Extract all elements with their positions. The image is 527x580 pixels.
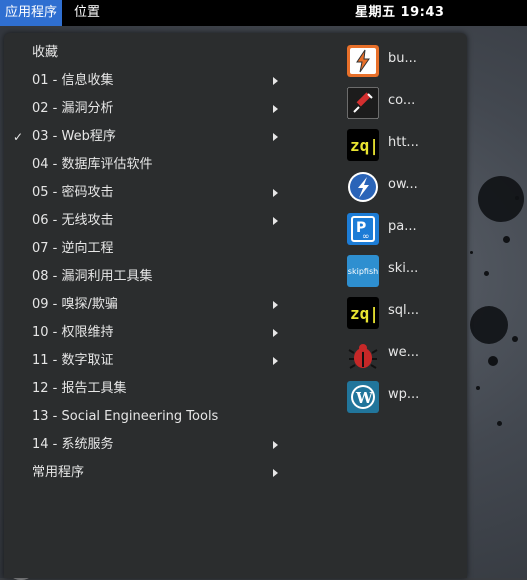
app-label: bu... — [388, 51, 417, 66]
app-launcher-item[interactable]: P ∞ pa... — [347, 211, 462, 253]
category-label: 08 - 漏洞利用工具集 — [32, 269, 153, 284]
category-item[interactable]: 08 - 漏洞利用工具集 — [4, 263, 294, 291]
category-item[interactable]: 收藏 — [4, 39, 294, 67]
category-label: 05 - 密码攻击 — [32, 185, 114, 200]
app-label: pa... — [388, 219, 417, 234]
category-item[interactable]: 10 - 权限维持 — [4, 319, 294, 347]
owasp-zap-icon — [347, 171, 379, 203]
app-launcher-item[interactable]: Wwp... — [347, 379, 462, 421]
category-label: 10 - 权限维持 — [32, 325, 114, 340]
app-launcher-item[interactable]: zq| htt... — [347, 127, 462, 169]
category-label: 09 - 嗅探/欺骗 — [32, 297, 118, 312]
httrack-icon: zq| — [347, 129, 379, 161]
category-label: 06 - 无线攻击 — [32, 213, 114, 228]
app-launcher-item[interactable]: we... — [347, 337, 462, 379]
category-label: 01 - 信息收集 — [32, 73, 114, 88]
app-launcher-item[interactable]: ow... — [347, 169, 462, 211]
svg-text:zq|: zq| — [350, 304, 379, 324]
category-label: 常用程序 — [32, 465, 85, 480]
category-item[interactable]: 06 - 无线攻击 — [4, 207, 294, 235]
clock[interactable]: 星期五 19:43 — [355, 0, 444, 26]
submenu-arrow-icon — [273, 133, 278, 141]
category-item[interactable]: 常用程序 — [4, 459, 294, 487]
wpscan-icon: W — [347, 381, 379, 413]
app-launcher-item[interactable]: bu... — [347, 43, 462, 85]
category-label: 11 - 数字取证 — [32, 353, 114, 368]
app-label: sql... — [388, 303, 420, 318]
app-list: bu... co... zq| htt... ow... P ∞ pa... skipfish s… — [347, 43, 462, 421]
category-item[interactable]: 01 - 信息收集 — [4, 67, 294, 95]
app-label: ow... — [388, 177, 418, 192]
category-label: 02 - 漏洞分析 — [32, 101, 114, 116]
submenu-arrow-icon — [273, 189, 278, 197]
submenu-arrow-icon — [273, 329, 278, 337]
commix-icon — [347, 87, 379, 119]
category-item[interactable]: 14 - 系统服务 — [4, 431, 294, 459]
app-label: co... — [388, 93, 416, 108]
category-item[interactable]: 04 - 数据库评估软件 — [4, 151, 294, 179]
sqlmap-icon: zq| — [347, 297, 379, 329]
submenu-arrow-icon — [273, 217, 278, 225]
applications-menu: 收藏 01 - 信息收集 02 - 漏洞分析 ✓ 03 - Web程序 04 - 数据库评… — [4, 33, 467, 578]
top-panel: 应用程序 位置 星期五 19:43 — [0, 0, 527, 26]
submenu-arrow-icon — [273, 441, 278, 449]
category-label: 03 - Web程序 — [32, 129, 116, 144]
submenu-arrow-icon — [273, 469, 278, 477]
submenu-arrow-icon — [273, 105, 278, 113]
places-menu-button[interactable]: 位置 — [69, 0, 105, 26]
category-item[interactable]: ✓ 03 - Web程序 — [4, 123, 294, 151]
app-label: wp... — [388, 387, 420, 402]
submenu-arrow-icon — [273, 301, 278, 309]
app-launcher-item[interactable]: skipfish ski... — [347, 253, 462, 295]
category-item[interactable]: 07 - 逆向工程 — [4, 235, 294, 263]
webscarab-icon — [347, 339, 379, 371]
app-launcher-item[interactable]: zq| sql... — [347, 295, 462, 337]
app-launcher-item[interactable]: co... — [347, 85, 462, 127]
category-label: 04 - 数据库评估软件 — [32, 157, 153, 172]
paros-icon: P ∞ — [347, 213, 379, 245]
category-label: 12 - 报告工具集 — [32, 381, 127, 396]
category-label: 07 - 逆向工程 — [32, 241, 114, 256]
category-item[interactable]: 09 - 嗅探/欺骗 — [4, 291, 294, 319]
svg-text:zq|: zq| — [350, 136, 379, 156]
svg-text:∞: ∞ — [362, 232, 370, 242]
category-item[interactable]: 13 - Social Engineering Tools — [4, 403, 294, 431]
submenu-arrow-icon — [273, 77, 278, 85]
app-label: we... — [388, 345, 420, 360]
category-item[interactable]: 12 - 报告工具集 — [4, 375, 294, 403]
category-item[interactable]: 05 - 密码攻击 — [4, 179, 294, 207]
submenu-arrow-icon — [273, 357, 278, 365]
skipfish-logo-text: skipfish — [347, 266, 379, 276]
skipfish-icon: skipfish — [347, 255, 379, 287]
category-item[interactable]: 11 - 数字取证 — [4, 347, 294, 375]
svg-text:W: W — [355, 389, 374, 407]
category-item[interactable]: 02 - 漏洞分析 — [4, 95, 294, 123]
checkmark-icon: ✓ — [13, 130, 24, 144]
burpsuite-icon — [347, 45, 379, 77]
applications-menu-button[interactable]: 应用程序 — [0, 0, 63, 26]
app-label: ski... — [388, 261, 419, 276]
category-list: 收藏 01 - 信息收集 02 - 漏洞分析 ✓ 03 - Web程序 04 - 数据库评… — [4, 39, 294, 487]
category-label: 14 - 系统服务 — [32, 437, 114, 452]
category-label: 13 - Social Engineering Tools — [32, 409, 219, 424]
app-label: htt... — [388, 135, 419, 150]
category-label: 收藏 — [32, 45, 59, 60]
